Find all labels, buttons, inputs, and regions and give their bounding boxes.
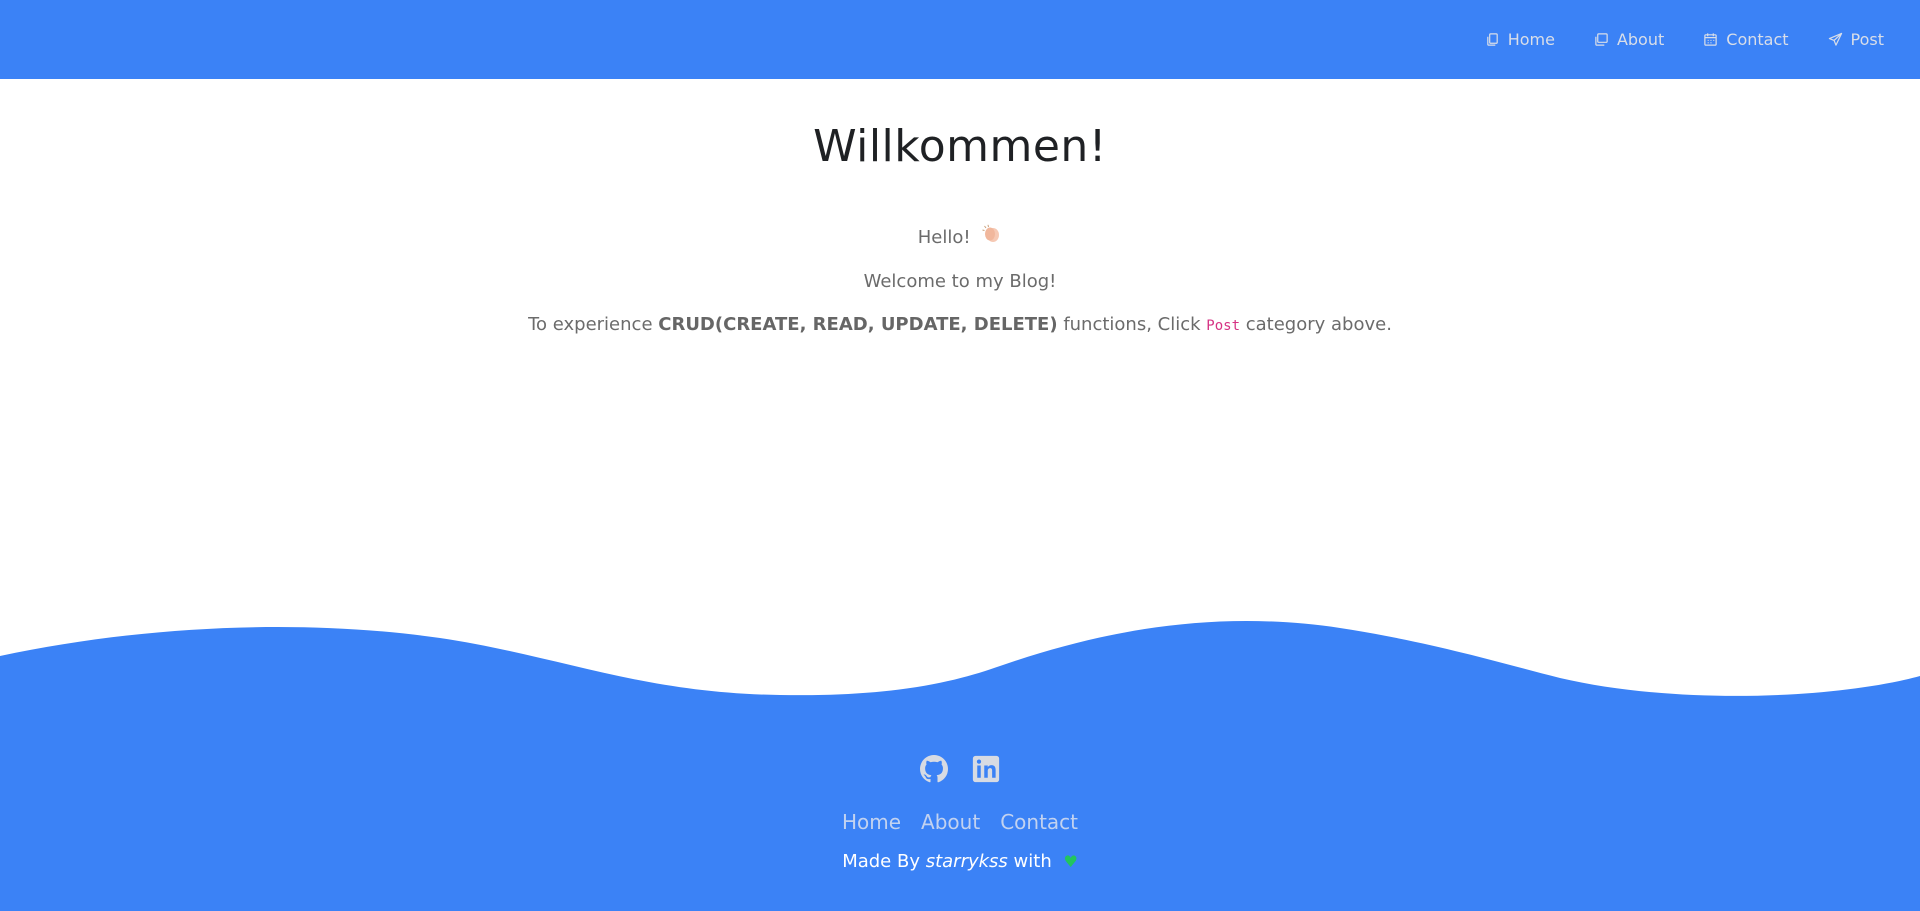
welcome-line: Welcome to my Blog! bbox=[863, 270, 1057, 292]
github-icon bbox=[920, 755, 948, 783]
copy-icon bbox=[1485, 32, 1500, 47]
nav-contact-label: Contact bbox=[1726, 30, 1789, 49]
nav-post-label: Post bbox=[1850, 30, 1884, 49]
footer-link-contact[interactable]: Contact bbox=[1000, 810, 1078, 834]
social-links bbox=[0, 755, 1920, 783]
linkedin-link[interactable] bbox=[972, 755, 1000, 783]
window-icon bbox=[1594, 32, 1609, 47]
linkedin-icon bbox=[972, 755, 1000, 783]
nav-contact[interactable]: Contact bbox=[1703, 30, 1789, 49]
nav-home[interactable]: Home bbox=[1485, 30, 1555, 49]
footer-wave bbox=[0, 620, 1920, 728]
credit-prefix: Made By bbox=[842, 851, 926, 872]
github-link[interactable] bbox=[920, 755, 948, 783]
crud-bold: CRUD(CREATE, READ, UPDATE, DELETE) bbox=[658, 313, 1058, 335]
send-icon bbox=[1828, 32, 1843, 47]
crud-middle: functions, Click bbox=[1057, 313, 1207, 335]
footer-nav: Home About Contact bbox=[0, 810, 1920, 834]
footer-credit: Made By starrykss with ♥ bbox=[0, 851, 1920, 872]
footer: Home About Contact Made By starrykss wit… bbox=[0, 725, 1920, 911]
footer-link-home[interactable]: Home bbox=[842, 810, 901, 834]
nav-home-label: Home bbox=[1507, 30, 1555, 49]
hello-text: Hello! bbox=[917, 227, 971, 248]
main-content: Willkommen! Hello! Welcome to my Blog! T… bbox=[0, 79, 1920, 348]
page-title: Willkommen! bbox=[813, 121, 1107, 172]
post-code: Post bbox=[1206, 317, 1240, 334]
crud-line: To experience CRUD(CREATE, READ, UPDATE,… bbox=[0, 303, 1920, 348]
intro-text: Hello! Welcome to my Blog! To experience… bbox=[0, 216, 1920, 348]
heart-icon: ♥ bbox=[1063, 852, 1078, 871]
credit-author: starrykss bbox=[925, 851, 1008, 872]
top-navbar: Home About Contact Post bbox=[0, 0, 1920, 79]
nav-about[interactable]: About bbox=[1594, 30, 1664, 49]
nav-about-label: About bbox=[1616, 30, 1665, 49]
calendar-icon bbox=[1703, 32, 1718, 47]
hello-line: Hello! bbox=[0, 216, 1920, 260]
crud-prefix: To experience bbox=[528, 313, 659, 335]
crud-suffix: category above. bbox=[1240, 313, 1392, 335]
credit-suffix: with bbox=[1007, 851, 1058, 872]
nav-post[interactable]: Post bbox=[1828, 30, 1884, 49]
footer-link-about[interactable]: About bbox=[921, 810, 980, 834]
clapping-hands-icon bbox=[982, 217, 1002, 260]
